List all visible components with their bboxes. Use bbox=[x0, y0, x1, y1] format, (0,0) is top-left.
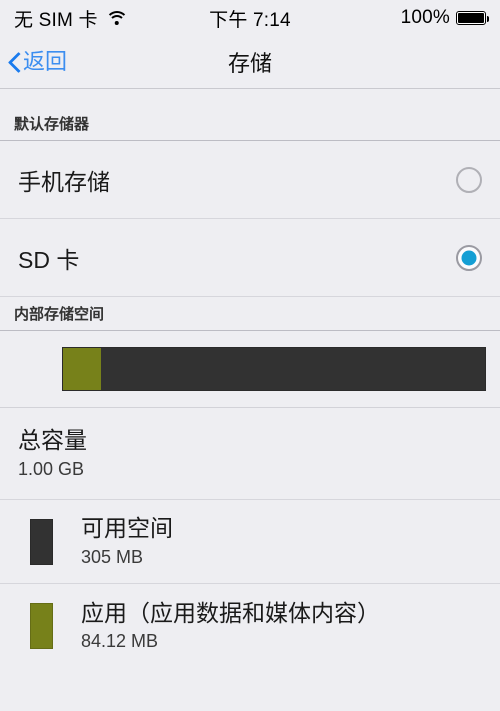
section-header-default-storage: 默认存储器 bbox=[0, 107, 500, 141]
row-total-capacity: 总容量 1.00 GB bbox=[0, 408, 500, 500]
available-space-text: 可用空间 305 MB bbox=[81, 516, 173, 566]
settings-list: 默认存储器 手机存储 SD 卡 内部存储空间 总容量 1.00 GB 可用空间 … bbox=[0, 89, 500, 711]
wifi-icon bbox=[105, 10, 129, 27]
total-capacity-value: 1.00 GB bbox=[18, 458, 85, 479]
storage-usage-bar-container bbox=[0, 331, 500, 408]
navigation-bar: 返回 存储 bbox=[0, 36, 500, 89]
battery-fill bbox=[458, 13, 484, 23]
legend-swatch-available bbox=[30, 518, 53, 565]
option-row-phone-storage[interactable]: 手机存储 bbox=[0, 141, 500, 219]
status-bar-right: 100% bbox=[400, 7, 489, 29]
radio-sd-card[interactable] bbox=[456, 244, 482, 271]
battery-percent-label: 100% bbox=[400, 7, 450, 28]
legend-swatch-apps bbox=[30, 603, 53, 649]
option-label-sd-card: SD 卡 bbox=[18, 246, 80, 273]
apps-label: 应用（应用数据和媒体内容） bbox=[81, 599, 380, 626]
carrier-label: 无 SIM 卡 bbox=[14, 9, 98, 31]
section-header-internal-storage: 内部存储空间 bbox=[0, 297, 500, 331]
status-bar: 无 SIM 卡 下午 7:14 100% bbox=[0, 0, 500, 36]
phone-screen: 无 SIM 卡 下午 7:14 100% 返回 存储 默认存储器 手机存储 SD… bbox=[0, 0, 500, 711]
storage-segment-available bbox=[100, 348, 485, 390]
apps-value: 84.12 MB bbox=[81, 631, 159, 652]
page-title: 存储 bbox=[227, 51, 272, 76]
back-button-label: 返回 bbox=[23, 49, 68, 74]
back-button[interactable]: 返回 bbox=[0, 51, 67, 73]
top-spacer bbox=[0, 89, 500, 107]
status-bar-left: 无 SIM 卡 bbox=[14, 5, 129, 32]
option-label-phone-storage: 手机存储 bbox=[18, 168, 110, 195]
total-capacity-text: 总容量 1.00 GB bbox=[18, 428, 87, 478]
battery-icon bbox=[456, 11, 489, 25]
option-row-sd-card[interactable]: SD 卡 bbox=[0, 219, 500, 297]
storage-segment-apps bbox=[63, 348, 101, 390]
radio-phone-storage[interactable] bbox=[456, 166, 482, 193]
apps-text: 应用（应用数据和媒体内容） 84.12 MB bbox=[81, 601, 380, 651]
available-space-value: 305 MB bbox=[81, 546, 144, 567]
total-capacity-label: 总容量 bbox=[18, 427, 87, 454]
row-apps[interactable]: 应用（应用数据和媒体内容） 84.12 MB bbox=[0, 584, 500, 668]
chevron-left-icon bbox=[8, 51, 21, 73]
available-space-label: 可用空间 bbox=[81, 515, 173, 542]
row-available-space[interactable]: 可用空间 305 MB bbox=[0, 500, 500, 584]
storage-usage-bar bbox=[62, 347, 486, 391]
